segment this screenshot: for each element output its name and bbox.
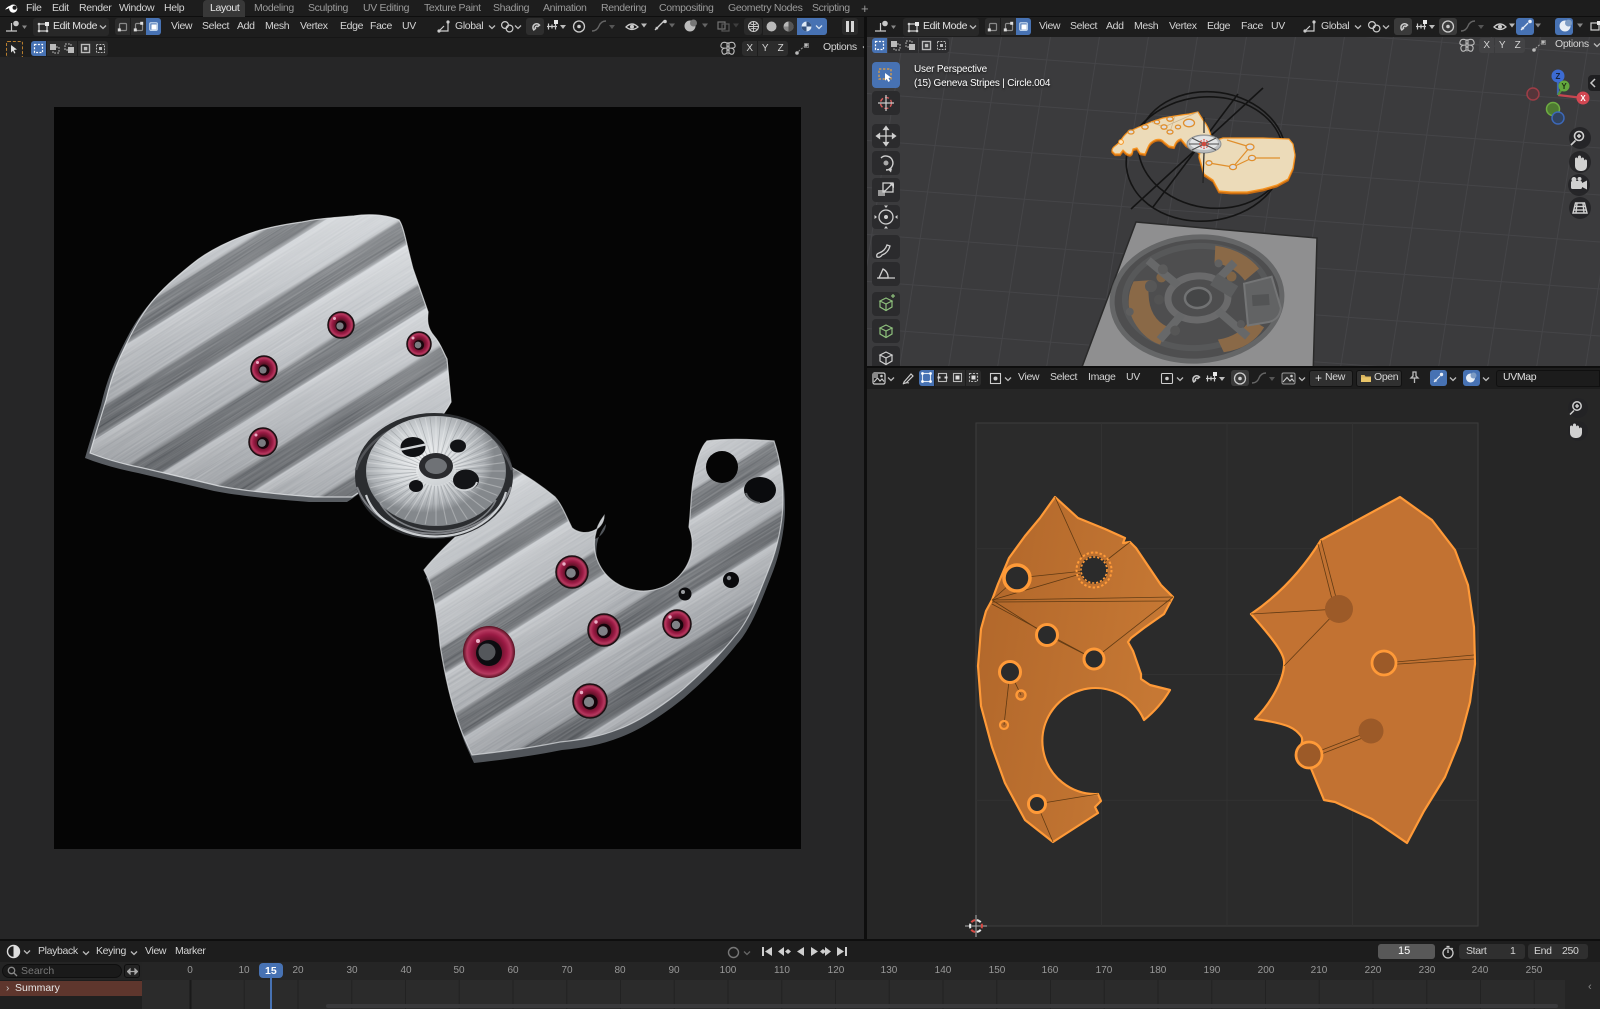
- svg-text:Y: Y: [1561, 82, 1567, 91]
- svg-text:Z: Z: [1556, 72, 1561, 81]
- svg-text:X: X: [1580, 94, 1586, 103]
